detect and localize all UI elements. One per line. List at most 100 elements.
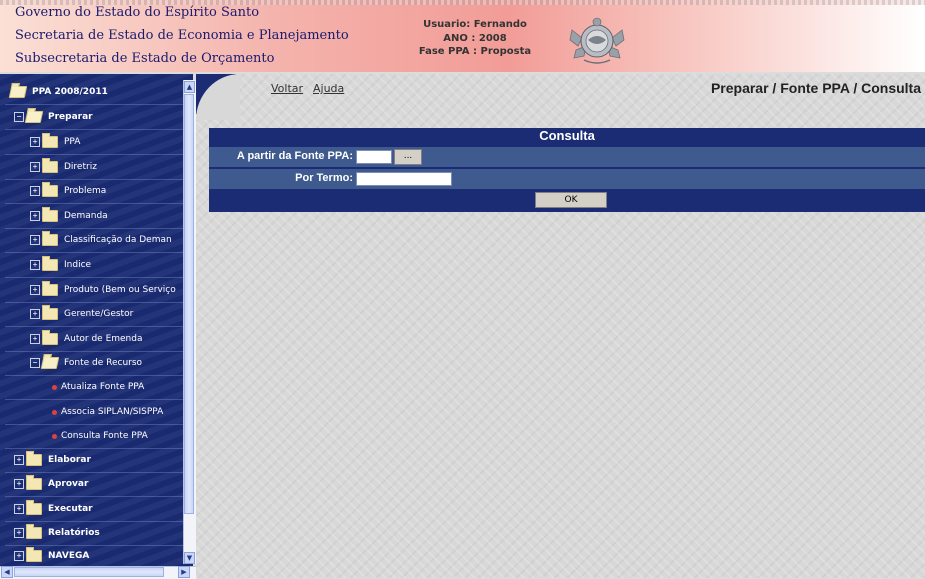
scroll-down-icon[interactable]: ▼ [184, 552, 195, 564]
tree-item-label: Executar [48, 504, 93, 514]
tree-item-label: NAVEGA [48, 551, 90, 561]
divider [5, 129, 191, 130]
org-line-government: Governo do Estado do Espírito Santo [15, 5, 260, 20]
sidebar-horizontal-scroll-thumb[interactable] [14, 567, 164, 577]
folder-icon: + [30, 256, 58, 271]
divider [5, 375, 191, 376]
folder-icon: + [14, 475, 42, 490]
tree-item-label: Autor de Emenda [64, 334, 143, 344]
folder-icon: + [30, 330, 58, 345]
divider [5, 203, 191, 204]
tree-item-preparar[interactable]: − Preparar [14, 107, 93, 127]
divider [5, 448, 191, 449]
folder-icon: + [30, 133, 58, 148]
ppa-phase: Fase PPA : Proposta [418, 46, 532, 57]
tree-item-label: Produto (Bem ou Serviço [64, 285, 176, 295]
tree-item-label: Consulta Fonte PPA [61, 431, 148, 441]
folder-icon: + [30, 305, 58, 320]
divider [5, 424, 191, 425]
fonte-ppa-input[interactable] [356, 150, 392, 164]
fonte-ppa-label: A partir da Fonte PPA: [236, 150, 353, 162]
user-name: Usuario: Fernando [423, 19, 527, 30]
tree-item-gerente-gestor[interactable]: + Gerente/Gestor [30, 304, 133, 324]
tree-item-autor-emenda[interactable]: + Autor de Emenda [30, 329, 143, 349]
tree-item-ppa[interactable]: + PPA [30, 132, 80, 152]
divider [5, 399, 191, 400]
folder-icon: + [14, 451, 42, 466]
folder-icon: + [14, 524, 42, 539]
folder-icon: + [14, 547, 42, 562]
tree-item-label: Demanda [64, 211, 108, 221]
folder-icon: + [14, 500, 42, 515]
tree-item-indice[interactable]: + Indice [30, 255, 91, 275]
tree-item-label: Diretriz [64, 162, 97, 172]
divider [5, 228, 191, 229]
termo-label: Por Termo: [295, 172, 353, 184]
tree-item-label: PPA [64, 137, 81, 147]
folder-icon: + [30, 231, 58, 246]
scroll-right-icon[interactable]: ▶ [178, 566, 190, 578]
divider [5, 326, 191, 327]
divider [5, 104, 191, 105]
divider [5, 277, 191, 278]
tree-item-label: Associa SIPLAN/SISPPA [61, 407, 164, 417]
divider [5, 252, 191, 253]
tree-root-ppa[interactable]: PPA 2008/2011 [8, 82, 108, 102]
fonte-lookup-button[interactable]: ... [394, 149, 422, 165]
tree-item-label: Classificação da Deman [64, 235, 172, 245]
tree-leaf-associa-siplan[interactable]: Associa SIPLAN/SISPPA [52, 402, 163, 422]
tree-item-label: Atualiza Fonte PPA [61, 382, 145, 392]
back-link[interactable]: Voltar [271, 82, 303, 95]
form-title: Consulta [539, 128, 595, 143]
ok-button[interactable]: OK [535, 192, 607, 208]
tree-item-label: Aprovar [48, 479, 89, 489]
folder-icon: + [30, 207, 58, 222]
tree-leaf-atualiza-fonte-ppa[interactable]: Atualiza Fonte PPA [52, 377, 144, 397]
tree-leaf-consulta-fonte-ppa[interactable]: Consulta Fonte PPA [52, 426, 148, 446]
tree-item-label: Problema [64, 186, 107, 196]
tree-item-diretriz[interactable]: + Diretriz [30, 157, 97, 177]
tree-item-produto[interactable]: + Produto (Bem ou Serviço [30, 280, 176, 300]
bullet-icon [52, 433, 57, 439]
folder-open-icon: − [14, 111, 44, 123]
app-header: Governo do Estado do Espírito Santo Secr… [0, 0, 925, 72]
tree-root-label: PPA 2008/2011 [32, 87, 108, 97]
bullet-icon [52, 384, 57, 390]
divider [5, 472, 191, 473]
tree-item-label: Indice [64, 260, 92, 270]
tree-item-problema[interactable]: + Problema [30, 181, 106, 201]
org-line-secretariat: Secretaria de Estado de Economia e Plane… [15, 28, 349, 43]
tree-item-fonte-recurso[interactable]: − Fonte de Recurso [30, 353, 142, 373]
tree-item-elaborar[interactable]: + Elaborar [14, 450, 91, 470]
divider [5, 154, 191, 155]
coat-of-arms-icon [569, 17, 625, 64]
tree-item-relatorios[interactable]: + Relatórios [14, 523, 100, 543]
folder-open-icon: − [30, 357, 60, 369]
org-line-subsecretariat: Subsecretaria de Estado de Orçamento [15, 51, 275, 66]
tree-item-label: Elaborar [48, 455, 91, 465]
folder-icon: + [30, 158, 58, 173]
tree-item-classificacao-demanda[interactable]: + Classificação da Deman [30, 230, 172, 250]
tree-item-executar[interactable]: + Executar [14, 499, 93, 519]
tree-item-label: Gerente/Gestor [64, 309, 134, 319]
termo-input[interactable] [356, 172, 452, 186]
tree-item-label: Preparar [48, 112, 93, 122]
tree-item-demanda[interactable]: + Demanda [30, 206, 108, 226]
divider [5, 521, 191, 522]
divider [5, 496, 191, 497]
sidebar-vertical-scroll-thumb[interactable] [184, 94, 194, 514]
divider [5, 351, 191, 352]
bullet-icon [52, 409, 57, 415]
tree-item-aprovar[interactable]: + Aprovar [14, 474, 88, 494]
folder-open-icon [8, 86, 28, 98]
tree-item-label: Relatórios [48, 528, 100, 538]
current-year: ANO : 2008 [443, 33, 507, 44]
folder-icon: + [30, 182, 58, 197]
scroll-up-icon[interactable]: ▲ [184, 81, 195, 93]
help-link[interactable]: Ajuda [313, 82, 344, 95]
tree-item-navega[interactable]: + NAVEGA [14, 546, 89, 566]
page-title: Preparar / Fonte PPA / Consulta [710, 80, 921, 96]
navigation-tree: PPA 2008/2011 − Preparar + PPA + Diretri… [0, 74, 193, 566]
scroll-left-icon[interactable]: ◀ [1, 566, 13, 578]
folder-icon: + [30, 281, 58, 296]
